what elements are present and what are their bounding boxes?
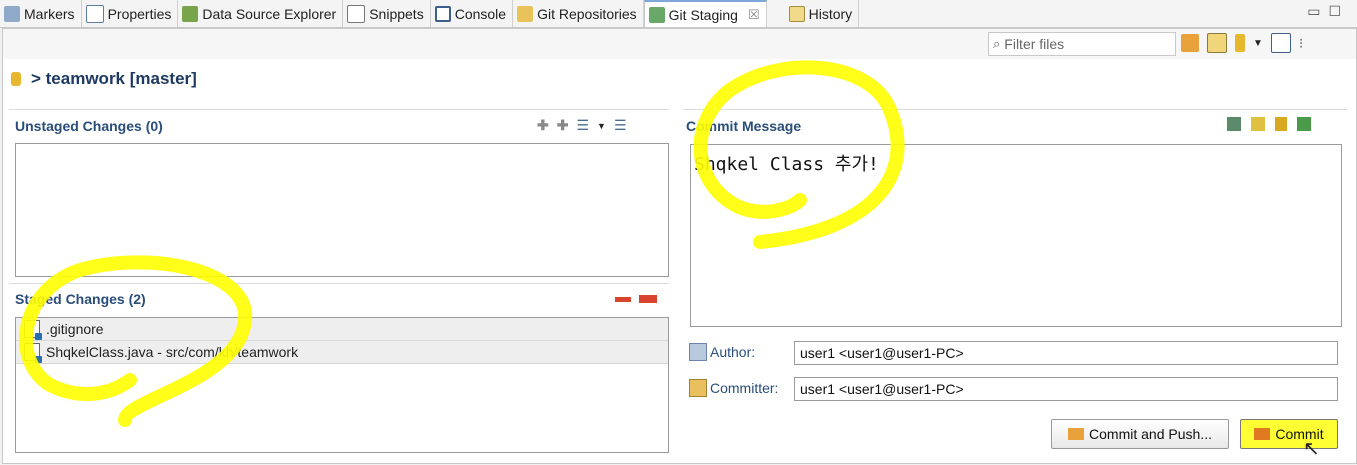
staged-actions <box>615 292 657 303</box>
commit-icon <box>1254 428 1271 440</box>
tab-properties[interactable]: Properties <box>82 0 179 27</box>
lock-icon[interactable] <box>1275 117 1287 131</box>
tab-history[interactable]: History <box>767 0 860 27</box>
filter-files-input[interactable]: ⌕ Filter files <box>988 32 1176 56</box>
staged-title: Staged Changes (2) <box>15 291 146 307</box>
refresh-icon[interactable] <box>1181 34 1199 52</box>
filter-placeholder: Filter files <box>1004 36 1065 52</box>
unstaged-title: Unstaged Changes (0) <box>15 118 163 134</box>
section-divider <box>683 109 1347 110</box>
presentation-icon[interactable] <box>1270 33 1291 53</box>
tab-label: Data Source Explorer <box>202 5 337 22</box>
person-icon <box>689 379 707 397</box>
tab-git-repositories[interactable]: Git Repositories <box>513 0 644 27</box>
data-source-icon <box>182 5 199 22</box>
maximize-icon[interactable]: ☐ <box>1328 3 1349 19</box>
git-staging-view: ⌕ Filter files ▼ ⁝ > teamwork [master] U… <box>2 28 1357 464</box>
section-divider <box>9 109 669 110</box>
tab-snippets[interactable]: Snippets <box>343 0 431 27</box>
commit-message-text: Shqkel Class 추가! <box>694 154 879 175</box>
author-label: Author: <box>689 343 755 361</box>
tab-markers[interactable]: Markers <box>0 0 82 27</box>
add-icon[interactable]: ✚ <box>537 117 549 134</box>
cursor-icon: ↖ <box>1303 438 1320 460</box>
commit-and-push-button[interactable]: Commit and Push... <box>1051 419 1229 449</box>
gerrit-icon[interactable] <box>1297 117 1311 131</box>
java-file-icon <box>24 343 42 363</box>
committer-label: Committer: <box>689 379 778 397</box>
history-icon <box>788 5 805 22</box>
push-icon <box>1068 428 1085 440</box>
tab-console[interactable]: Console <box>431 0 514 27</box>
remove-icon[interactable] <box>615 297 631 302</box>
tab-label: Git Staging <box>668 6 738 23</box>
tab-label: Properties <box>107 5 172 22</box>
author-label-text: Author: <box>710 344 756 360</box>
repository-icon <box>11 72 21 86</box>
search-icon: ⌕ <box>993 36 1001 51</box>
console-icon <box>434 5 451 22</box>
unstaged-list[interactable] <box>15 143 669 277</box>
list-view-icon[interactable]: ☰ <box>576 117 589 134</box>
chevron-down-icon[interactable]: ▼ <box>1253 38 1263 49</box>
author-field[interactable]: user1 <user1@user1-PC> <box>794 341 1338 365</box>
edit-icon[interactable] <box>1251 117 1265 131</box>
tab-label: Git Repositories <box>537 5 637 22</box>
tab-git-staging[interactable]: Git Staging ☒ <box>643 0 767 27</box>
repository-icon[interactable] <box>1235 34 1245 52</box>
list-item[interactable]: .gitignore <box>16 318 668 341</box>
tab-label: Snippets <box>369 5 424 22</box>
repository-title: > teamwork [master] <box>11 69 197 89</box>
file-added-icon <box>24 320 42 340</box>
commit-actions <box>1227 117 1311 131</box>
commit-message-input[interactable]: Shqkel Class 추가! <box>690 144 1342 327</box>
link-with-selection-icon[interactable] <box>1207 33 1227 53</box>
toolbar-icons: ▼ ⁝ <box>1181 33 1303 53</box>
committer-value: user1 <user1@user1-PC> <box>800 381 964 397</box>
sort-icon[interactable]: ☰ <box>614 117 627 134</box>
close-icon[interactable]: ☒ <box>748 7 760 23</box>
committer-field[interactable]: user1 <user1@user1-PC> <box>794 377 1338 401</box>
tab-label: Console <box>454 5 507 22</box>
person-icon <box>689 343 707 361</box>
git-repositories-icon <box>517 5 534 22</box>
tab-label: History <box>808 5 853 22</box>
snippets-icon <box>347 4 366 23</box>
commit-button[interactable]: Commit <box>1240 419 1338 449</box>
tab-data-source-explorer[interactable]: Data Source Explorer <box>178 0 344 27</box>
author-value: user1 <user1@user1-PC> <box>800 345 964 361</box>
chevron-down-icon[interactable]: ▼ <box>597 121 606 131</box>
unstaged-actions: ✚ ✚ ☰ ▼ ☰ <box>537 117 627 134</box>
markers-icon <box>4 5 20 22</box>
file-name: .gitignore <box>46 321 104 337</box>
view-toolbar: ⌕ Filter files ▼ ⁝ <box>3 29 1356 59</box>
committer-label-text: Committer: <box>710 380 779 396</box>
git-staging-icon <box>648 6 665 23</box>
properties-icon <box>85 4 104 23</box>
minimize-icon[interactable]: ▭ <box>1307 3 1328 19</box>
add-all-icon[interactable]: ✚ <box>557 117 569 134</box>
remove-all-icon[interactable] <box>639 295 657 303</box>
staged-list[interactable]: .gitignore ShqkelClass.java - src/com/kh… <box>15 317 669 453</box>
section-divider <box>9 283 669 284</box>
view-menu-icon[interactable]: ⁝ <box>1299 35 1303 52</box>
view-tab-bar: Markers Properties Data Source Explorer … <box>0 0 1357 28</box>
list-item[interactable]: ShqkelClass.java - src/com/kh/teamwork <box>16 341 668 364</box>
repo-label: > teamwork [master] <box>31 69 197 88</box>
commit-message-title: Commit Message <box>686 118 802 134</box>
commit-and-push-label: Commit and Push... <box>1089 426 1212 442</box>
file-name: ShqkelClass.java - src/com/kh/teamwork <box>46 344 299 360</box>
tab-label: Markers <box>24 5 75 22</box>
sign-off-icon[interactable] <box>1227 117 1241 131</box>
window-controls: ▭☐ <box>1307 3 1349 20</box>
